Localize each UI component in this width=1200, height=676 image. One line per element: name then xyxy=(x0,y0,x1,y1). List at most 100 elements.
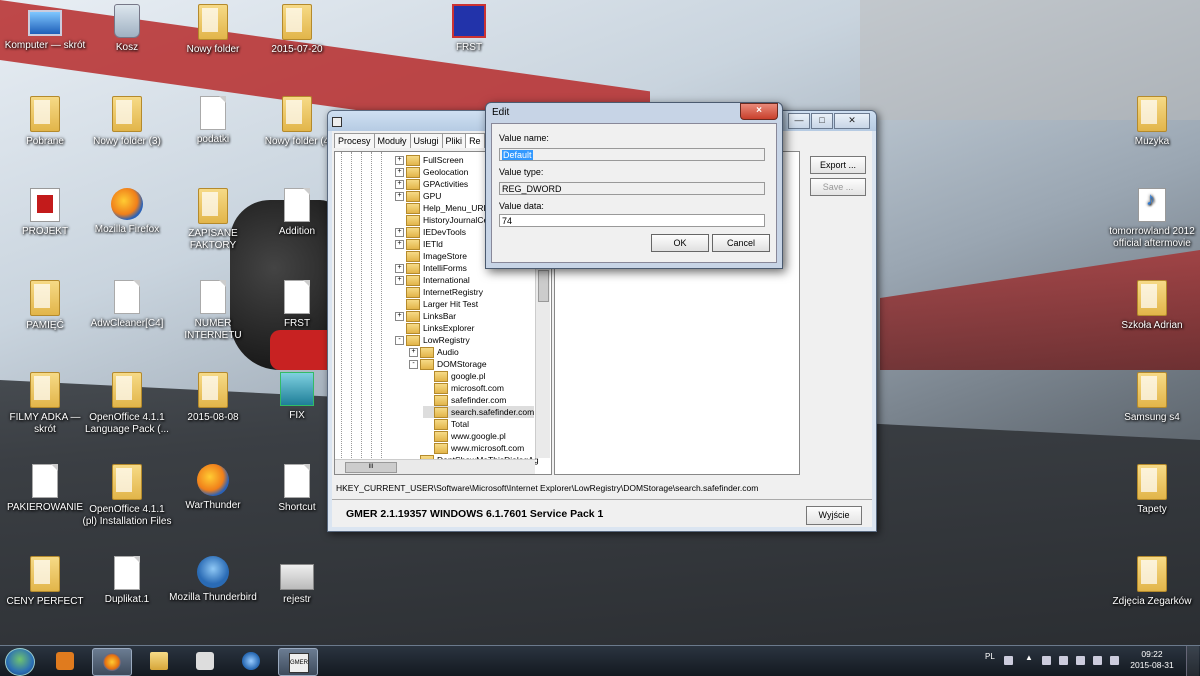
tree-expander[interactable]: + xyxy=(395,239,404,249)
desktop-icon[interactable]: 2015-07-20 xyxy=(252,4,342,56)
close-button[interactable]: ✕ xyxy=(834,113,870,129)
export-button[interactable]: Export ... xyxy=(810,156,866,174)
taskbar-gmer[interactable]: GMER xyxy=(278,648,318,676)
tree-node[interactable]: + FullScreen xyxy=(395,154,464,166)
desktop-icon[interactable]: Nowy folder (3) xyxy=(82,96,172,148)
desktop-icon[interactable]: PAKIEROWANIE xyxy=(0,464,90,514)
tree-expander[interactable]: + xyxy=(395,263,404,273)
desktop-icon[interactable]: PAMIĘĆ xyxy=(0,280,90,332)
tree-node[interactable]: + LinksBar xyxy=(395,310,456,322)
maximize-button[interactable]: □ xyxy=(811,113,833,129)
tree-node[interactable]: + Audio xyxy=(409,346,459,358)
ok-button[interactable]: OK xyxy=(651,234,709,252)
desktop-icon[interactable]: Tapety xyxy=(1107,464,1197,516)
gmer-system-icon[interactable] xyxy=(332,117,342,127)
tree-horizontal-scrollbar[interactable]: III xyxy=(335,459,535,474)
cancel-button[interactable]: Cancel xyxy=(712,234,770,252)
taskbar-firefox[interactable] xyxy=(92,648,132,676)
desktop-icon[interactable]: Zdjęcia Zegarków xyxy=(1107,556,1197,608)
tree-node[interactable]: + GPActivities xyxy=(395,178,468,190)
display-icon[interactable] xyxy=(1076,656,1085,665)
tree-node[interactable]: - LowRegistry xyxy=(395,334,470,346)
edit-close-button[interactable]: × xyxy=(740,103,778,120)
tree-node[interactable]: Larger Hit Test xyxy=(395,298,478,310)
tab-pliki[interactable]: Pliki xyxy=(441,133,467,148)
desktop-icon[interactable]: Samsung s4 xyxy=(1107,372,1197,424)
desktop-icon[interactable]: ZAPISANE FAKTORY xyxy=(168,188,258,252)
tree-node[interactable]: InternetRegistry xyxy=(395,286,483,298)
desktop-icon[interactable]: WarThunder xyxy=(168,464,258,512)
save-button[interactable]: Save ... xyxy=(810,178,866,196)
value-data-field[interactable]: 74 xyxy=(499,214,765,227)
desktop-icon[interactable]: Pobrane xyxy=(0,96,90,148)
tree-node[interactable]: www.google.pl xyxy=(423,430,506,442)
desktop-icon[interactable]: AdwCleaner[C4] xyxy=(82,280,172,330)
volume-icon[interactable] xyxy=(1110,656,1119,665)
tree-node[interactable]: google.pl xyxy=(423,370,486,382)
desktop-icon[interactable]: podatki xyxy=(168,96,258,146)
tree-expander[interactable]: + xyxy=(395,311,404,321)
desktop-icon[interactable]: Nowy folder xyxy=(168,4,258,56)
tree-node[interactable]: Help_Menu_URLs xyxy=(395,202,492,214)
value-type-field[interactable]: REG_DWORD xyxy=(499,182,765,195)
language-indicator[interactable]: PL xyxy=(985,652,995,661)
tree-node[interactable]: + IntelliForms xyxy=(395,262,467,274)
tree-node[interactable]: Total xyxy=(423,418,469,430)
tree-node[interactable]: LinksExplorer xyxy=(395,322,475,334)
desktop-icon[interactable]: rejestr xyxy=(252,556,342,606)
tree-vscroll-thumb[interactable] xyxy=(538,270,549,302)
show-desktop-button[interactable] xyxy=(1186,646,1199,676)
tree-node[interactable]: + IEDevTools xyxy=(395,226,466,238)
clock[interactable]: 09:22 2015-08-31 xyxy=(1130,649,1174,671)
tab-moduly[interactable]: Moduły xyxy=(373,133,411,148)
desktop-icon[interactable]: PROJEKT xyxy=(0,188,90,238)
tree-expander[interactable]: + xyxy=(409,347,418,357)
tree-expander[interactable]: + xyxy=(395,191,404,201)
tab-procesy[interactable]: Procesy xyxy=(334,133,375,148)
taskbar-explorer[interactable] xyxy=(140,648,178,674)
desktop-icon[interactable]: OpenOffice 4.1.1 (pl) Installation Files xyxy=(82,464,172,528)
desktop-icon[interactable]: CENY PERFECT xyxy=(0,556,90,608)
desktop-icon[interactable]: 2015-08-08 xyxy=(168,372,258,424)
desktop-icon[interactable]: Mozilla Thunderbird xyxy=(168,556,258,604)
desktop-icon[interactable]: Kosz xyxy=(82,4,172,54)
tree-node[interactable]: + IETld xyxy=(395,238,443,250)
keyboard-icon[interactable] xyxy=(1004,656,1013,665)
exit-button[interactable]: Wyjście xyxy=(806,506,862,525)
desktop-icon[interactable]: FILMY ADKA — skrót xyxy=(0,372,90,436)
desktop-icon[interactable]: OpenOffice 4.1.1 Language Pack (... xyxy=(82,372,172,436)
tree-expander[interactable]: - xyxy=(409,359,418,369)
tree-node[interactable]: www.microsoft.com xyxy=(423,442,524,454)
tab-uslugi[interactable]: Usługi xyxy=(409,133,443,148)
desktop-icon[interactable]: Muzyka xyxy=(1107,96,1197,148)
desktop-icon[interactable]: Duplikat.1 xyxy=(82,556,172,606)
tree-node[interactable]: HistoryJournalCert xyxy=(395,214,493,226)
show-hidden-icons[interactable]: ▲ xyxy=(1025,653,1033,662)
action-center-icon[interactable] xyxy=(1042,656,1051,665)
flag-icon[interactable] xyxy=(1093,656,1102,665)
tree-expander[interactable]: - xyxy=(395,335,404,345)
tree-expander[interactable]: + xyxy=(395,227,404,237)
desktop-icon[interactable]: NUMER INTERNETU xyxy=(168,280,258,342)
taskbar-media-player[interactable] xyxy=(46,648,84,674)
tree-node[interactable]: + International xyxy=(395,274,470,286)
network-icon[interactable] xyxy=(1059,656,1068,665)
taskbar-thunderbird[interactable] xyxy=(232,648,270,674)
tree-node[interactable]: + GPU xyxy=(395,190,441,202)
edit-dialog[interactable]: Edit × Value name: Default Value type: R… xyxy=(485,102,783,269)
tab-rejestr[interactable]: Re xyxy=(465,133,485,148)
tree-expander[interactable]: + xyxy=(395,155,404,165)
desktop-icon[interactable]: Komputer — skrót xyxy=(0,4,90,52)
tree-expander[interactable]: + xyxy=(395,179,404,189)
desktop-icon[interactable]: tomorrowland 2012 official aftermovie xyxy=(1107,188,1197,250)
tree-expander[interactable]: + xyxy=(395,275,404,285)
tree-node[interactable]: safefinder.com xyxy=(423,394,506,406)
tree-node[interactable]: ImageStore xyxy=(395,250,467,262)
tree-node[interactable]: search.safefinder.com xyxy=(423,406,535,418)
minimize-button[interactable]: — xyxy=(788,113,810,129)
desktop-icon[interactable]: FRST xyxy=(424,4,514,54)
desktop-icon[interactable]: Mozilla Firefox xyxy=(82,188,172,236)
tree-expander[interactable]: + xyxy=(395,167,404,177)
start-button[interactable] xyxy=(5,648,35,676)
tree-hscroll-thumb[interactable]: III xyxy=(345,462,397,473)
